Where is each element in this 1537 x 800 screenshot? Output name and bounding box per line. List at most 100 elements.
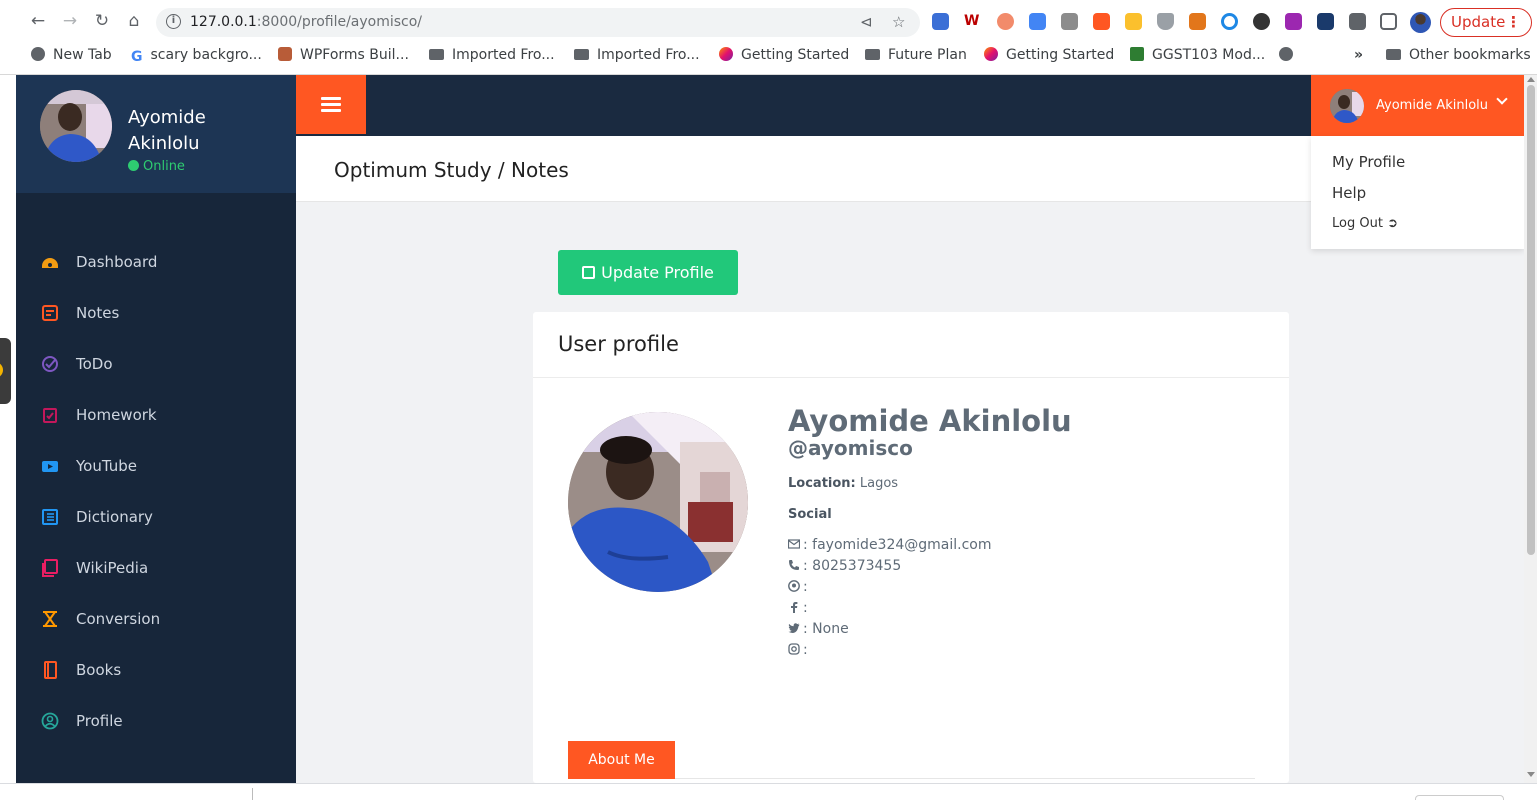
extension-screencast-icon[interactable] xyxy=(932,13,949,30)
extension-translate-icon[interactable] xyxy=(1029,13,1046,30)
user-dropdown-menu: My Profile Help Log Out ➲ xyxy=(1311,136,1524,249)
profile-name: Ayomide Akinlolu xyxy=(788,404,1072,438)
globe-icon xyxy=(1279,47,1293,61)
sidebar-item-wikipedia[interactable]: WikiPedia xyxy=(16,549,296,589)
profile-facebook: : xyxy=(788,600,808,616)
browser-chrome: ← → ↻ ⌂ i 127.0.0.1:8000/profile/ayomisc… xyxy=(0,0,1537,75)
share-icon[interactable]: ⊲ xyxy=(860,13,873,31)
app-topbar: Ayomide Akinlolu xyxy=(296,75,1524,136)
extension-purple-icon[interactable] xyxy=(1285,13,1302,30)
extension-color-icon[interactable] xyxy=(1253,13,1270,30)
scroll-up-icon[interactable] xyxy=(1527,77,1535,82)
extension-circle-icon[interactable] xyxy=(1221,13,1238,30)
shelf-button[interactable] xyxy=(1415,795,1504,800)
tab-underline xyxy=(675,778,1255,779)
forward-icon[interactable]: → xyxy=(59,10,81,32)
bookmark-item[interactable]: GGST103 Mod... xyxy=(1130,47,1265,63)
university-icon xyxy=(1130,47,1144,61)
sidebar-item-books[interactable]: Books xyxy=(16,651,296,691)
bookmark-globe[interactable] xyxy=(1279,47,1301,63)
sidebar-item-youtube[interactable]: YouTube xyxy=(16,447,296,487)
bookmarks-overflow[interactable]: » xyxy=(1354,47,1363,63)
tab-search-icon[interactable] xyxy=(1380,13,1397,30)
profile-handle: @ayomisco xyxy=(788,436,913,460)
scroll-down-icon[interactable] xyxy=(1527,772,1535,777)
bookmark-item[interactable]: New Tab xyxy=(31,47,112,63)
profile-photo xyxy=(568,412,748,592)
page-scrollbar[interactable] xyxy=(1524,75,1537,783)
extension-window-icon[interactable] xyxy=(1317,13,1334,30)
profile-phone: : 8025373455 xyxy=(788,558,901,574)
bookmark-item[interactable]: WPForms Buil... xyxy=(278,47,409,63)
twitter-icon xyxy=(788,623,800,633)
sidebar-item-homework[interactable]: Homework xyxy=(16,396,296,436)
extensions-puzzle-icon[interactable] xyxy=(1349,13,1366,30)
scrollbar-thumb[interactable] xyxy=(1527,85,1535,555)
sidebar-item-todo[interactable]: ToDo xyxy=(16,345,296,385)
extension-w-icon[interactable]: W xyxy=(964,13,981,30)
menu-toggle-button[interactable] xyxy=(296,75,366,134)
menu-item-help[interactable]: Help xyxy=(1332,184,1366,202)
profile-email: : fayomide324@gmail.com xyxy=(788,537,992,553)
floating-side-tab[interactable] xyxy=(0,338,11,404)
folder-icon xyxy=(574,49,589,60)
menu-item-logout[interactable]: Log Out ➲ xyxy=(1332,216,1398,231)
bookmark-item[interactable]: Imported Fro... xyxy=(574,47,700,63)
books-icon xyxy=(44,661,57,679)
sidebar-item-dictionary[interactable]: Dictionary xyxy=(16,498,296,538)
card-header: User profile xyxy=(533,312,1289,378)
user-menu-avatar xyxy=(1330,89,1364,123)
bookmark-star-icon[interactable]: ☆ xyxy=(892,13,905,31)
tab-about-me[interactable]: About Me xyxy=(568,741,675,779)
browser-profile-avatar[interactable] xyxy=(1410,12,1431,33)
github-icon xyxy=(788,580,800,592)
firefox-icon xyxy=(719,47,733,61)
extension-percent-icon[interactable] xyxy=(1093,13,1110,30)
extension-metamask-icon[interactable] xyxy=(1189,13,1206,30)
menu-item-my-profile[interactable]: My Profile xyxy=(1332,153,1405,171)
profile-icon xyxy=(41,712,59,730)
side-tab-indicator xyxy=(0,362,3,378)
google-icon: G xyxy=(131,49,143,65)
dashboard-icon xyxy=(42,258,58,268)
user-menu-button[interactable]: Ayomide Akinlolu xyxy=(1311,75,1524,136)
instagram-icon xyxy=(788,643,800,655)
sidebar-item-dashboard[interactable]: Dashboard xyxy=(16,243,296,283)
sidebar-item-notes[interactable]: Notes xyxy=(16,294,296,334)
sidebar: Ayomide Akinlolu Online Dashboard Notes … xyxy=(16,75,296,783)
sidebar-user-panel: Ayomide Akinlolu Online xyxy=(16,75,296,193)
envelope-icon xyxy=(788,539,800,549)
reload-icon[interactable]: ↻ xyxy=(91,10,113,32)
update-profile-button[interactable]: Update Profile xyxy=(558,250,738,295)
globe-icon xyxy=(31,47,45,61)
wpforms-icon xyxy=(278,47,292,61)
chevron-down-icon xyxy=(1496,93,1508,105)
bookmark-item[interactable]: Future Plan xyxy=(865,47,967,63)
profile-github: : xyxy=(788,579,808,595)
edit-icon xyxy=(582,266,596,279)
other-bookmarks[interactable]: Other bookmarks xyxy=(1386,47,1531,63)
url-text[interactable]: 127.0.0.1:8000/profile/ayomisco/ xyxy=(190,14,422,30)
online-dot-icon xyxy=(128,160,139,171)
extension-rainbow-icon[interactable] xyxy=(997,13,1014,30)
home-icon[interactable]: ⌂ xyxy=(123,10,145,32)
bookmark-item[interactable]: Imported Fro... xyxy=(429,47,555,63)
bookmark-item[interactable]: Getting Started xyxy=(984,47,1114,63)
bookmark-item[interactable]: Gscary backgro... xyxy=(131,47,262,65)
sidebar-item-conversion[interactable]: Conversion xyxy=(16,600,296,640)
shelf-divider xyxy=(252,788,253,800)
extension-keep-icon[interactable] xyxy=(1125,13,1142,30)
back-icon[interactable]: ← xyxy=(27,10,49,32)
extension-camera-icon[interactable] xyxy=(1061,13,1078,30)
extension-shield-icon[interactable] xyxy=(1157,13,1174,30)
youtube-icon xyxy=(42,461,58,472)
bookmark-item[interactable]: Getting Started xyxy=(719,47,849,63)
site-info-icon[interactable]: i xyxy=(166,14,181,29)
folder-icon xyxy=(865,49,880,60)
avatar-photo xyxy=(40,90,112,162)
sidebar-item-profile[interactable]: Profile xyxy=(16,702,296,742)
browser-update-button[interactable]: Update ⋮ xyxy=(1440,8,1532,37)
sidebar-avatar xyxy=(40,90,112,162)
address-bar[interactable]: i 127.0.0.1:8000/profile/ayomisco/ ⊲ ☆ xyxy=(156,8,920,37)
more-icon: ⋮ xyxy=(1506,13,1521,31)
